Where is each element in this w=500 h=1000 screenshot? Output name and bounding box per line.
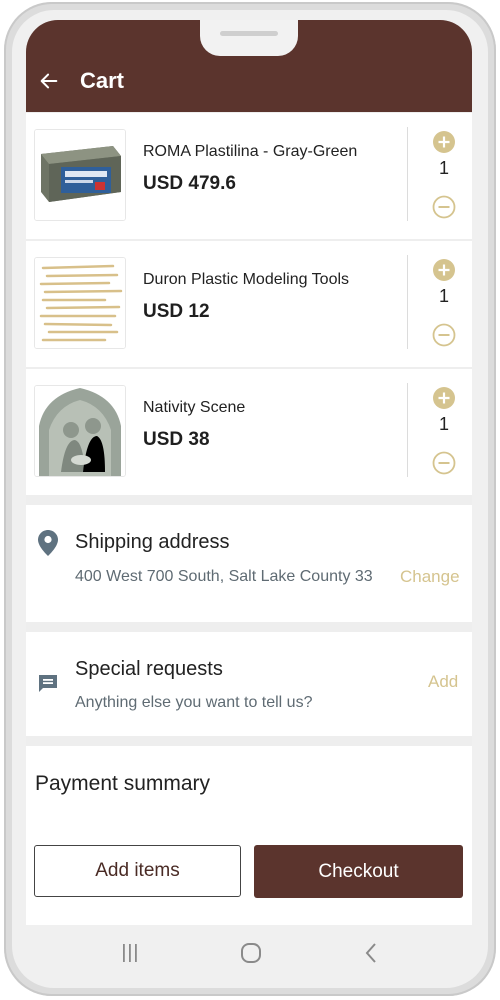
- item-price: USD 12: [143, 301, 210, 322]
- cart-item: Nativity Scene USD 38 1: [26, 369, 472, 495]
- change-address-link[interactable]: Change: [400, 567, 460, 587]
- quantity-value: 1: [438, 158, 449, 178]
- modeling-tools-image: [35, 258, 125, 348]
- item-name[interactable]: ROMA Plastilina - Gray-Green: [143, 143, 357, 161]
- nativity-figurine-image: [35, 386, 125, 476]
- item-price: USD 479.6: [143, 173, 236, 194]
- recent-apps-icon[interactable]: [115, 938, 145, 968]
- product-thumbnail: [34, 385, 126, 477]
- shipping-address-section: Shipping address 400 West 700 South, Sal…: [26, 505, 472, 622]
- message-icon: [39, 675, 57, 692]
- quantity-value: 1: [438, 414, 449, 434]
- plus-circle-icon[interactable]: [432, 258, 456, 282]
- back-arrow-icon[interactable]: [38, 70, 60, 92]
- divider: [407, 255, 408, 349]
- divider: [407, 127, 408, 221]
- section-title: Payment summary: [35, 772, 211, 795]
- item-name[interactable]: Nativity Scene: [143, 399, 245, 417]
- cart-item: ROMA Plastilina - Gray-Green USD 479.6 1: [26, 113, 472, 239]
- payment-summary-section: Payment summary: [26, 746, 472, 925]
- cart-item: Duron Plastic Modeling Tools USD 12 1: [26, 241, 472, 367]
- minus-circle-icon[interactable]: [432, 323, 456, 347]
- minus-circle-icon[interactable]: [432, 451, 456, 475]
- section-title: Special requests: [75, 658, 223, 680]
- section-title: Shipping address: [75, 531, 230, 553]
- quantity-value: 1: [438, 286, 449, 306]
- product-thumbnail: [34, 129, 126, 221]
- checkout-button[interactable]: Checkout: [254, 845, 463, 898]
- plus-circle-icon[interactable]: [432, 386, 456, 410]
- item-name[interactable]: Duron Plastic Modeling Tools: [143, 271, 349, 289]
- location-pin-icon: [38, 530, 58, 556]
- app-screen: Cart ROMA Plastilina - Gray-Green USD 47…: [26, 20, 472, 925]
- plus-circle-icon[interactable]: [432, 130, 456, 154]
- special-requests-field[interactable]: Anything else you want to tell us?: [75, 693, 312, 713]
- home-icon[interactable]: [236, 938, 266, 968]
- add-items-button[interactable]: Add items: [34, 845, 241, 897]
- divider: [407, 383, 408, 477]
- system-nav-bar: [26, 925, 472, 983]
- special-requests-section: Special requests Anything else you want …: [26, 632, 472, 736]
- add-request-link[interactable]: Add: [428, 672, 458, 692]
- product-thumbnail: [34, 257, 126, 349]
- page-title: Cart: [80, 68, 125, 93]
- speaker-slot: [220, 31, 278, 36]
- back-nav-icon[interactable]: [356, 938, 386, 968]
- shipping-address-text: 400 West 700 South, Salt Lake County 33: [75, 568, 373, 585]
- minus-circle-icon[interactable]: [432, 195, 456, 219]
- app-bar: Cart: [26, 20, 472, 112]
- device-notch: [200, 20, 298, 56]
- item-price: USD 38: [143, 429, 210, 450]
- clay-block-image: [35, 130, 125, 220]
